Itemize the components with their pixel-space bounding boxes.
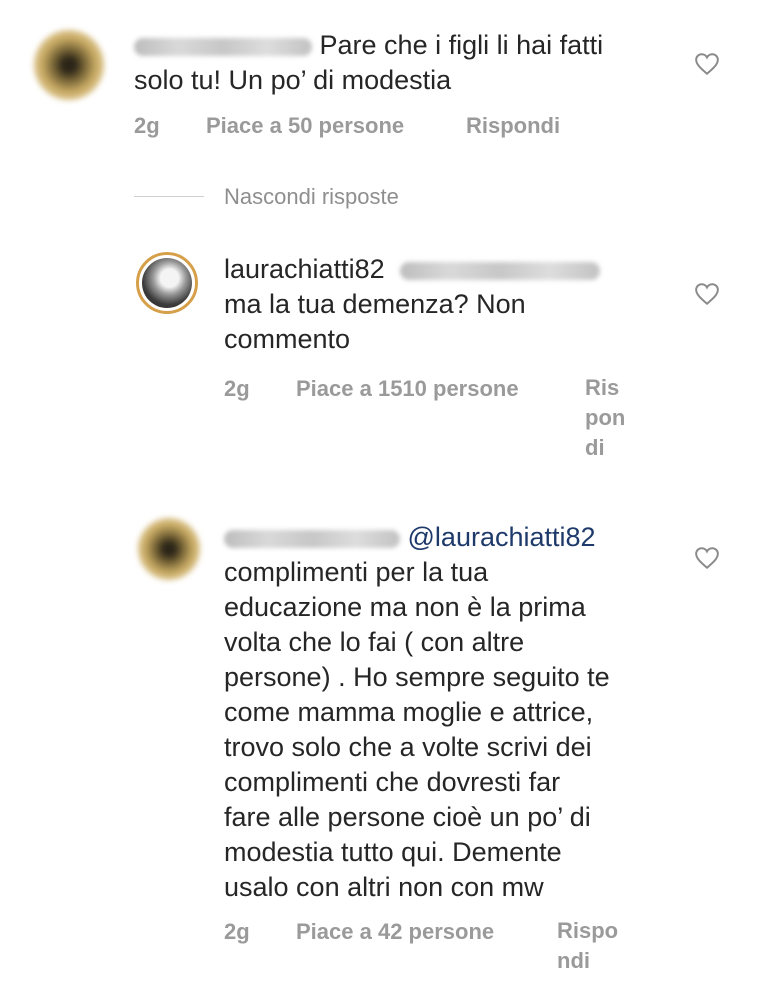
comment-3-line: complimenti per la tua [224,557,489,587]
reply-line: pon [585,405,626,430]
reply-line: Rispo [557,918,619,943]
comment-2-line2: commento [224,324,351,354]
comment-3-line: volta che lo fai ( con altre [224,627,525,657]
comment-3-line: educazione ma non è la prima [224,592,586,622]
heart-outline-icon[interactable] [694,282,720,306]
comment-1-line1: Pare che i figli li hai fatti [319,30,604,60]
heart-outline-icon[interactable] [694,52,720,76]
reply-line: Ris [585,375,620,400]
comment-2-likes[interactable]: Piace a 1510 persone [296,376,519,402]
comment-3-line: complimenti che dovresti far [224,767,561,797]
reply-line: di [585,435,605,460]
comment-1-reply-button[interactable]: Rispondi [466,113,560,139]
blurred-username-3[interactable] [224,529,400,548]
hide-replies-button[interactable]: Nascondi risposte [224,184,399,210]
comment-1-text: Pare che i figli li hai fatti solo tu! U… [134,28,603,98]
comment-2-reply-button[interactable]: Ris pon di [585,373,625,463]
comment-3-line: usalo con altri non con mw [224,872,544,902]
comment-2-text: laurachiatti82 ma la tua demenza? Non co… [224,252,601,357]
comment-3-line: fare alle persone cioè un po’ di [224,802,591,832]
comment-1-line2: solo tu! Un po’ di modestia [134,65,452,95]
comment-2-time: 2g [224,376,250,401]
comment-3-text: @laurachiatti82 complimenti per la tua e… [224,520,610,905]
comment-3-likes[interactable]: Piace a 42 persone [296,919,494,945]
comment-2-line1: ma la tua demenza? Non [224,289,526,319]
replies-divider [134,196,204,197]
comment-1-likes[interactable]: Piace a 50 persone [206,113,404,139]
reply-line: ndi [557,948,590,973]
avatar-commenter-1[interactable] [34,30,104,100]
comment-3-line: persone) . Ho sempre seguito te [224,662,610,692]
heart-outline-icon[interactable] [694,546,720,570]
comment-3-reply-button[interactable]: Rispo ndi [557,916,618,976]
comment-3-line: come mamma moglie e attrice, [224,697,594,727]
avatar-commenter-3[interactable] [138,518,200,580]
avatar-laurachiatti82[interactable] [136,252,198,314]
comment-3-line: trovo solo che a volte scrivi dei [224,732,592,762]
comment-3-line: modestia tutto qui. Demente [224,837,562,867]
comment-3-time: 2g [224,919,250,944]
comment-1-time: 2g [134,113,160,138]
comment-3-mention[interactable]: @laurachiatti82 [408,522,596,552]
blurred-username-1[interactable] [134,37,312,56]
blurred-mention-2[interactable] [400,261,601,280]
comment-2-username[interactable]: laurachiatti82 [224,254,385,284]
